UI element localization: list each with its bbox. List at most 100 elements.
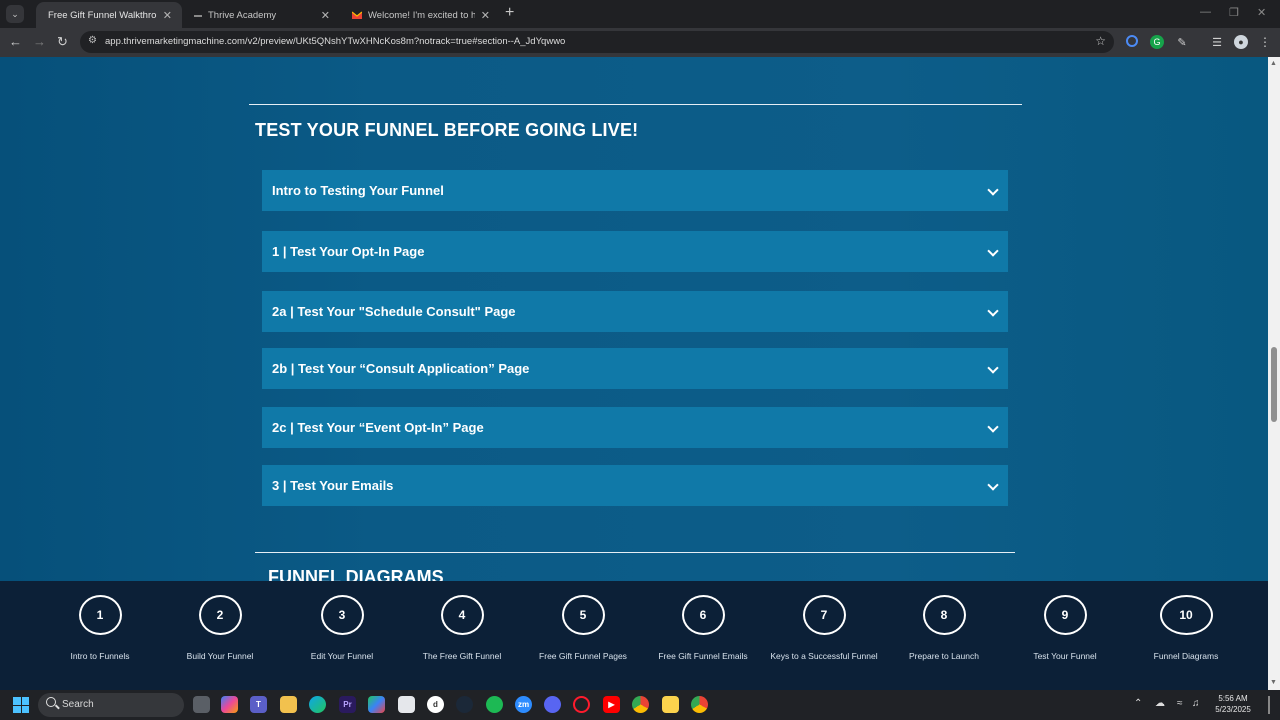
scroll-up-icon[interactable]: ▲ bbox=[1270, 60, 1277, 67]
accordion-opt-in-page[interactable]: 1 | Test Your Opt-In Page bbox=[262, 231, 1008, 272]
chrome-icon[interactable] bbox=[632, 696, 649, 713]
accordion-label: 3 | Test Your Emails bbox=[272, 478, 394, 493]
tab-close-icon[interactable]: ✕ bbox=[481, 9, 490, 22]
clock-time: 5:56 AM bbox=[1218, 694, 1248, 703]
step-number: 9 bbox=[1043, 595, 1087, 635]
section-divider bbox=[255, 552, 1015, 553]
file-explorer-icon[interactable] bbox=[193, 696, 210, 713]
media-controls-icon[interactable]: ☰ bbox=[1210, 35, 1224, 49]
edge-icon[interactable] bbox=[309, 696, 326, 713]
premiere-icon[interactable]: Pr bbox=[339, 696, 356, 713]
taskbar-clock[interactable]: 5:56 AM 5/23/2025 bbox=[1212, 693, 1254, 715]
copilot-icon[interactable] bbox=[221, 696, 238, 713]
bookmark-star-icon[interactable]: ☆ bbox=[1095, 34, 1106, 48]
photos-icon[interactable] bbox=[368, 696, 385, 713]
step-9[interactable]: 9 Test Your Funnel bbox=[1005, 595, 1125, 661]
opera-icon[interactable] bbox=[573, 696, 590, 713]
accordion-label: 2b | Test Your “Consult Application” Pag… bbox=[272, 361, 530, 376]
browser-toolbar: ← → ↻ ⚙ app.thrivemarketingmachine.com/v… bbox=[0, 28, 1280, 57]
step-number: 3 bbox=[320, 595, 364, 635]
step-6[interactable]: 6 Free Gift Funnel Emails bbox=[643, 595, 763, 661]
back-icon[interactable]: ← bbox=[9, 34, 22, 49]
new-tab-button[interactable]: + bbox=[505, 4, 514, 22]
section-title: TEST YOUR FUNNEL BEFORE GOING LIVE! bbox=[255, 120, 639, 140]
step-7[interactable]: 7 Keys to a Successful Funnel bbox=[764, 595, 884, 661]
next-section-title: FUNNEL DIAGRAMS bbox=[268, 567, 444, 581]
accordion-test-emails[interactable]: 3 | Test Your Emails bbox=[262, 465, 1008, 506]
accordion-label: Intro to Testing Your Funnel bbox=[272, 183, 444, 198]
step-label: Intro to Funnels bbox=[70, 651, 130, 661]
step-label: Funnel Diagrams bbox=[1153, 651, 1219, 661]
accordion-intro-testing[interactable]: Intro to Testing Your Funnel bbox=[262, 170, 1008, 211]
tab-thrive-academy[interactable]: Thrive Academy ✕ bbox=[182, 2, 340, 28]
accordion-event-opt-in[interactable]: 2c | Test Your “Event Opt-In” Page bbox=[262, 407, 1008, 448]
browser-tab-strip: ⌄ Free Gift Funnel Walkthrough ( ✕ Thriv… bbox=[0, 0, 1280, 28]
sticky-notes-icon[interactable] bbox=[662, 696, 679, 713]
chevron-down-icon bbox=[988, 423, 998, 433]
zoom-icon[interactable]: zm bbox=[515, 696, 532, 713]
wifi-icon[interactable]: ≈ bbox=[1177, 698, 1183, 709]
show-desktop-button[interactable] bbox=[1268, 696, 1270, 714]
chrome-profile-icon[interactable] bbox=[691, 696, 708, 713]
tab-search-icon[interactable]: ⌄ bbox=[6, 5, 24, 23]
scrollbar-thumb[interactable] bbox=[1271, 347, 1277, 422]
taskbar-search-box[interactable]: Search bbox=[38, 693, 184, 717]
youtube-icon[interactable]: ▶ bbox=[603, 696, 620, 713]
accordion-label: 2c | Test Your “Event Opt-In” Page bbox=[272, 420, 484, 435]
accordion-consult-application[interactable]: 2b | Test Your “Consult Application” Pag… bbox=[262, 348, 1008, 389]
tab-free-gift-funnel[interactable]: Free Gift Funnel Walkthrough ( ✕ bbox=[36, 2, 182, 28]
step-5[interactable]: 5 Free Gift Funnel Pages bbox=[523, 595, 643, 661]
reload-icon[interactable]: ↻ bbox=[57, 34, 68, 50]
restore-icon[interactable]: ❐ bbox=[1229, 6, 1239, 19]
step-2[interactable]: 2 Build Your Funnel bbox=[160, 595, 280, 661]
app-icon[interactable]: d bbox=[427, 696, 444, 713]
clock-date: 5/23/2025 bbox=[1215, 705, 1251, 714]
step-number: 7 bbox=[802, 595, 846, 635]
profile-avatar-icon[interactable]: ● bbox=[1234, 35, 1248, 49]
tab-title: Free Gift Funnel Walkthrough ( bbox=[48, 9, 157, 21]
extensions-puzzle-icon[interactable]: ✎ bbox=[1175, 35, 1189, 49]
page-scrollbar[interactable]: ▲ ▼ bbox=[1268, 57, 1280, 690]
browser-menu-icon[interactable]: ⋮ bbox=[1258, 35, 1272, 49]
volume-icon[interactable]: ♫ bbox=[1192, 698, 1200, 709]
step-label: Free Gift Funnel Pages bbox=[539, 651, 627, 661]
discord-icon[interactable] bbox=[544, 696, 561, 713]
tab-close-icon[interactable]: ✕ bbox=[163, 9, 172, 22]
step-8[interactable]: 8 Prepare to Launch bbox=[884, 595, 1004, 661]
grammarly-icon[interactable]: G bbox=[1150, 35, 1164, 49]
steam-icon[interactable] bbox=[456, 696, 473, 713]
spotify-icon[interactable] bbox=[486, 696, 503, 713]
gmail-icon bbox=[351, 10, 363, 20]
step-number: 2 bbox=[198, 595, 242, 635]
tab-gmail-welcome[interactable]: Welcome! I'm excited to help y ✕ bbox=[340, 2, 500, 28]
address-bar[interactable]: ⚙ app.thrivemarketingmachine.com/v2/prev… bbox=[80, 31, 1114, 53]
forward-icon[interactable]: → bbox=[33, 34, 46, 49]
thrive-favicon-icon bbox=[194, 15, 202, 17]
step-number: 4 bbox=[440, 595, 484, 635]
search-icon bbox=[46, 697, 56, 707]
section-divider bbox=[249, 104, 1022, 105]
step-number: 5 bbox=[561, 595, 605, 635]
show-hidden-icons[interactable]: ⌃ bbox=[1134, 698, 1142, 709]
chevron-down-icon bbox=[988, 364, 998, 374]
scroll-down-icon[interactable]: ▼ bbox=[1270, 679, 1277, 686]
step-1[interactable]: 1 Intro to Funnels bbox=[40, 595, 160, 661]
close-window-icon[interactable]: ✕ bbox=[1257, 6, 1266, 19]
store-icon[interactable] bbox=[398, 696, 415, 713]
extension-c-icon[interactable] bbox=[1126, 35, 1138, 47]
minimize-icon[interactable]: — bbox=[1200, 6, 1211, 18]
chevron-down-icon bbox=[988, 481, 998, 491]
url-text: app.thrivemarketingmachine.com/v2/previe… bbox=[105, 36, 566, 47]
step-4[interactable]: 4 The Free Gift Funnel bbox=[402, 595, 522, 661]
tab-title: Welcome! I'm excited to help y bbox=[368, 9, 475, 21]
step-10[interactable]: 10 Funnel Diagrams bbox=[1126, 595, 1246, 661]
tab-close-icon[interactable]: ✕ bbox=[321, 9, 330, 22]
step-3[interactable]: 3 Edit Your Funnel bbox=[282, 595, 402, 661]
cloud-icon[interactable]: ☁ bbox=[1155, 698, 1165, 709]
site-info-icon[interactable]: ⚙ bbox=[88, 35, 97, 46]
folder-icon[interactable] bbox=[280, 696, 297, 713]
windows-start-icon[interactable] bbox=[13, 697, 29, 713]
accordion-schedule-consult[interactable]: 2a | Test Your "Schedule Consult" Page bbox=[262, 291, 1008, 332]
teams-icon[interactable]: T bbox=[250, 696, 267, 713]
tab-title: Thrive Academy bbox=[208, 9, 277, 21]
